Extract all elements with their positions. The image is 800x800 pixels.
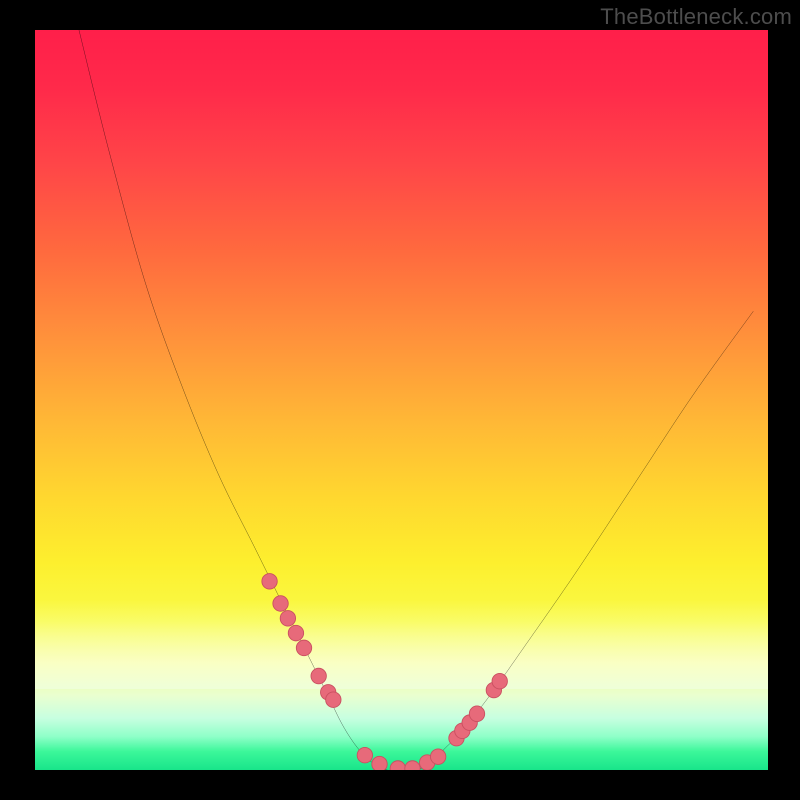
- marker-layer: [262, 574, 508, 770]
- curve-marker: [405, 761, 420, 770]
- curve-marker: [273, 596, 288, 612]
- curve-marker: [296, 640, 311, 656]
- curve-marker: [430, 749, 445, 765]
- curve-marker: [288, 625, 303, 641]
- curve-marker: [492, 673, 507, 689]
- chart-frame: TheBottleneck.com: [0, 0, 800, 800]
- bottleneck-curve-svg: [35, 30, 768, 770]
- curve-marker: [357, 747, 372, 763]
- bottleneck-curve-path: [79, 30, 753, 770]
- curve-marker: [311, 668, 326, 684]
- plot-area: [35, 30, 768, 770]
- curve-marker: [372, 756, 387, 770]
- curve-marker: [326, 692, 341, 708]
- watermark-text: TheBottleneck.com: [600, 4, 792, 30]
- curve-marker: [390, 761, 405, 770]
- curve-marker: [280, 611, 295, 627]
- curve-marker: [262, 574, 277, 590]
- curve-marker: [469, 706, 484, 722]
